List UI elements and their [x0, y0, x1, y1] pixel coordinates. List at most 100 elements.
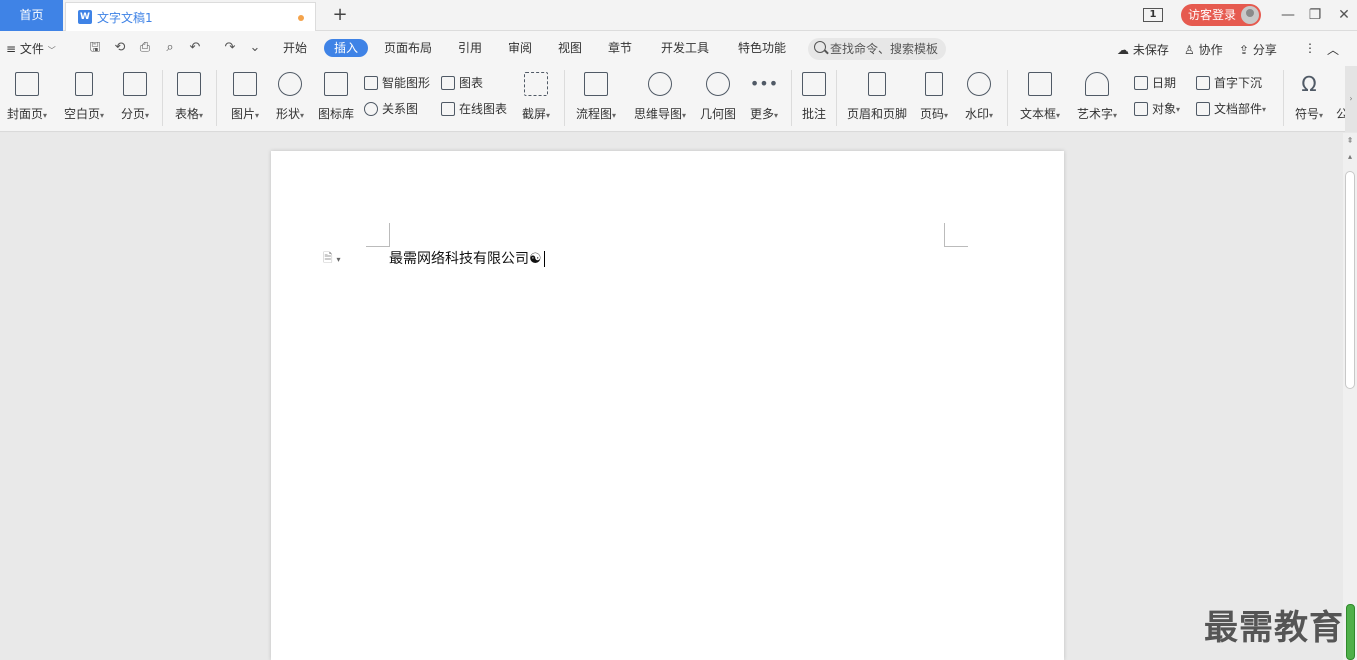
command-search-input[interactable]: 查找命令、搜索模板: [808, 38, 946, 60]
page-break-button[interactable]: 分页▾: [116, 72, 154, 122]
wordart-label: 艺术字: [1076, 107, 1113, 121]
customize-toolbar-icon[interactable]: ⌄: [247, 40, 263, 56]
object-button[interactable]: 对象▾: [1134, 100, 1180, 117]
textbox-icon: [1028, 72, 1052, 96]
divider: [216, 70, 217, 126]
window-count-badge[interactable]: 1: [1143, 8, 1163, 22]
cloud-save-button[interactable]: ☁ 未保存: [1117, 41, 1169, 58]
geometry-icon: [706, 72, 730, 96]
relation-chart-icon: [364, 101, 378, 116]
textbox-button[interactable]: 文本框▾: [1016, 72, 1064, 122]
doc-parts-button[interactable]: 文档部件▾: [1196, 100, 1266, 117]
file-menu-button[interactable]: ≡ 文件 ﹀: [6, 40, 56, 57]
margin-corner-top-right: [944, 223, 968, 247]
calendar-icon: [1134, 75, 1148, 90]
smartart-button[interactable]: 智能图形: [364, 74, 430, 91]
ellipsis-icon: •••: [749, 74, 779, 93]
table-label: 表格: [174, 107, 199, 121]
chart-button[interactable]: 图表: [441, 74, 483, 91]
wordart-button[interactable]: 艺术字▾: [1073, 72, 1121, 122]
status-indicator-icon: [1346, 604, 1355, 660]
share-button[interactable]: ⇪ 分享: [1239, 41, 1277, 58]
more-button[interactable]: ••• 更多▾: [746, 72, 782, 122]
tab-developer[interactable]: 开发工具: [661, 40, 709, 56]
mindmap-button[interactable]: 思维导图▾: [631, 72, 689, 122]
header-footer-button[interactable]: 页眉和页脚: [846, 72, 908, 122]
print-preview-icon[interactable]: ⌕: [162, 40, 178, 56]
paragraph-handle-icon[interactable]: 🗎 ▾: [323, 249, 340, 270]
avatar-icon: [1241, 6, 1259, 24]
chevron-down-icon: ﹀: [47, 46, 56, 55]
cover-page-button[interactable]: 封面页▾: [4, 72, 50, 122]
online-chart-icon: [441, 101, 455, 116]
user-icon: ♙: [1184, 43, 1195, 57]
cover-page-icon: [15, 72, 39, 96]
dropcap-button[interactable]: 首字下沉: [1196, 74, 1262, 91]
page-number-label: 页码: [919, 107, 944, 121]
close-button[interactable]: ✕: [1334, 4, 1354, 26]
save-icon[interactable]: 🖫: [87, 40, 103, 56]
divider: [836, 70, 837, 126]
format-painter-icon[interactable]: ⟲: [112, 40, 128, 56]
chart-label: 图表: [459, 76, 484, 90]
tab-document[interactable]: W 文字文稿1: [65, 2, 316, 31]
restore-button[interactable]: ❐: [1305, 4, 1325, 26]
tab-view[interactable]: 视图: [558, 40, 582, 56]
scrollbar-thumb[interactable]: [1345, 171, 1355, 389]
tab-page-layout[interactable]: 页面布局: [384, 40, 432, 56]
page-number-button[interactable]: 页码▾: [916, 72, 952, 122]
tab-features[interactable]: 特色功能: [738, 40, 786, 56]
document-body-text[interactable]: 最需网络科技有限公司☯: [389, 248, 545, 268]
add-tab-button[interactable]: +: [330, 5, 350, 25]
file-menu-label: ≡ 文件: [6, 42, 44, 56]
textbox-label: 文本框: [1019, 107, 1056, 121]
search-placeholder: 查找命令、搜索模板: [830, 42, 939, 56]
mindmap-icon: [648, 72, 672, 96]
tab-review[interactable]: 审阅: [508, 40, 532, 56]
symbol-label: 符号: [1294, 107, 1319, 121]
tab-home[interactable]: 首页: [0, 0, 63, 31]
screenshot-button[interactable]: 截屏▾: [517, 72, 555, 122]
scroll-top-icon[interactable]: ⇞: [1346, 137, 1354, 145]
divider: [162, 70, 163, 126]
icon-library-button[interactable]: 图标库: [316, 72, 356, 122]
picture-icon: [233, 72, 257, 96]
tab-chapter[interactable]: 章节: [608, 40, 632, 56]
comment-button[interactable]: 批注: [800, 72, 828, 122]
picture-button[interactable]: 图片▾: [226, 72, 264, 122]
blank-page-button[interactable]: 空白页▾: [61, 72, 107, 122]
vertical-scrollbar[interactable]: ⇞ ▴: [1343, 133, 1357, 660]
tab-references[interactable]: 引用: [458, 40, 482, 56]
collapse-ribbon-icon[interactable]: ︿: [1327, 41, 1339, 58]
relation-chart-button[interactable]: 关系图: [364, 100, 418, 117]
ribbon-scroll-right-button[interactable]: ›: [1345, 66, 1357, 132]
divider: [1007, 70, 1008, 126]
guest-login-button[interactable]: 访客登录: [1181, 4, 1261, 26]
shape-button[interactable]: 形状▾: [271, 72, 309, 122]
tab-insert[interactable]: 插入: [324, 39, 369, 57]
geometry-button[interactable]: 几何图: [698, 72, 738, 122]
minimize-button[interactable]: —: [1278, 4, 1298, 26]
scroll-up-icon[interactable]: ▴: [1346, 153, 1354, 161]
collaborate-button[interactable]: ♙ 协作: [1184, 41, 1223, 58]
document-text-content: 最需网络科技有限公司☯: [389, 251, 542, 267]
tab-start[interactable]: 开始: [283, 40, 307, 56]
flowchart-button[interactable]: 流程图▾: [573, 72, 619, 122]
online-chart-button[interactable]: 在线图表: [441, 100, 507, 117]
blank-page-icon: [75, 72, 93, 96]
undo-icon[interactable]: ↶: [187, 40, 203, 56]
screenshot-icon: [524, 72, 548, 96]
more-options-icon[interactable]: ⋮: [1304, 41, 1316, 55]
date-label: 日期: [1152, 76, 1177, 90]
search-icon: [814, 41, 826, 53]
insert-ribbon: 封面页▾ 空白页▾ 分页▾ 表格▾ 图片▾ 形状▾ 图标库 智能图形 关系图 图…: [0, 66, 1357, 132]
table-button[interactable]: 表格▾: [170, 72, 208, 122]
date-button[interactable]: 日期: [1134, 74, 1176, 91]
flowchart-icon: [584, 72, 608, 96]
chart-icon: [441, 75, 455, 90]
menu-bar: ≡ 文件 ﹀ 🖫 ⟲ ⎙ ⌕ ↶ ↷ ⌄ 开始 插入 页面布局 引用 审阅 视图…: [0, 31, 1357, 66]
symbol-button[interactable]: Ω 符号▾: [1290, 72, 1328, 122]
redo-icon[interactable]: ↷: [222, 40, 238, 56]
print-icon[interactable]: ⎙: [137, 40, 153, 56]
watermark-button[interactable]: 水印▾: [961, 72, 997, 122]
